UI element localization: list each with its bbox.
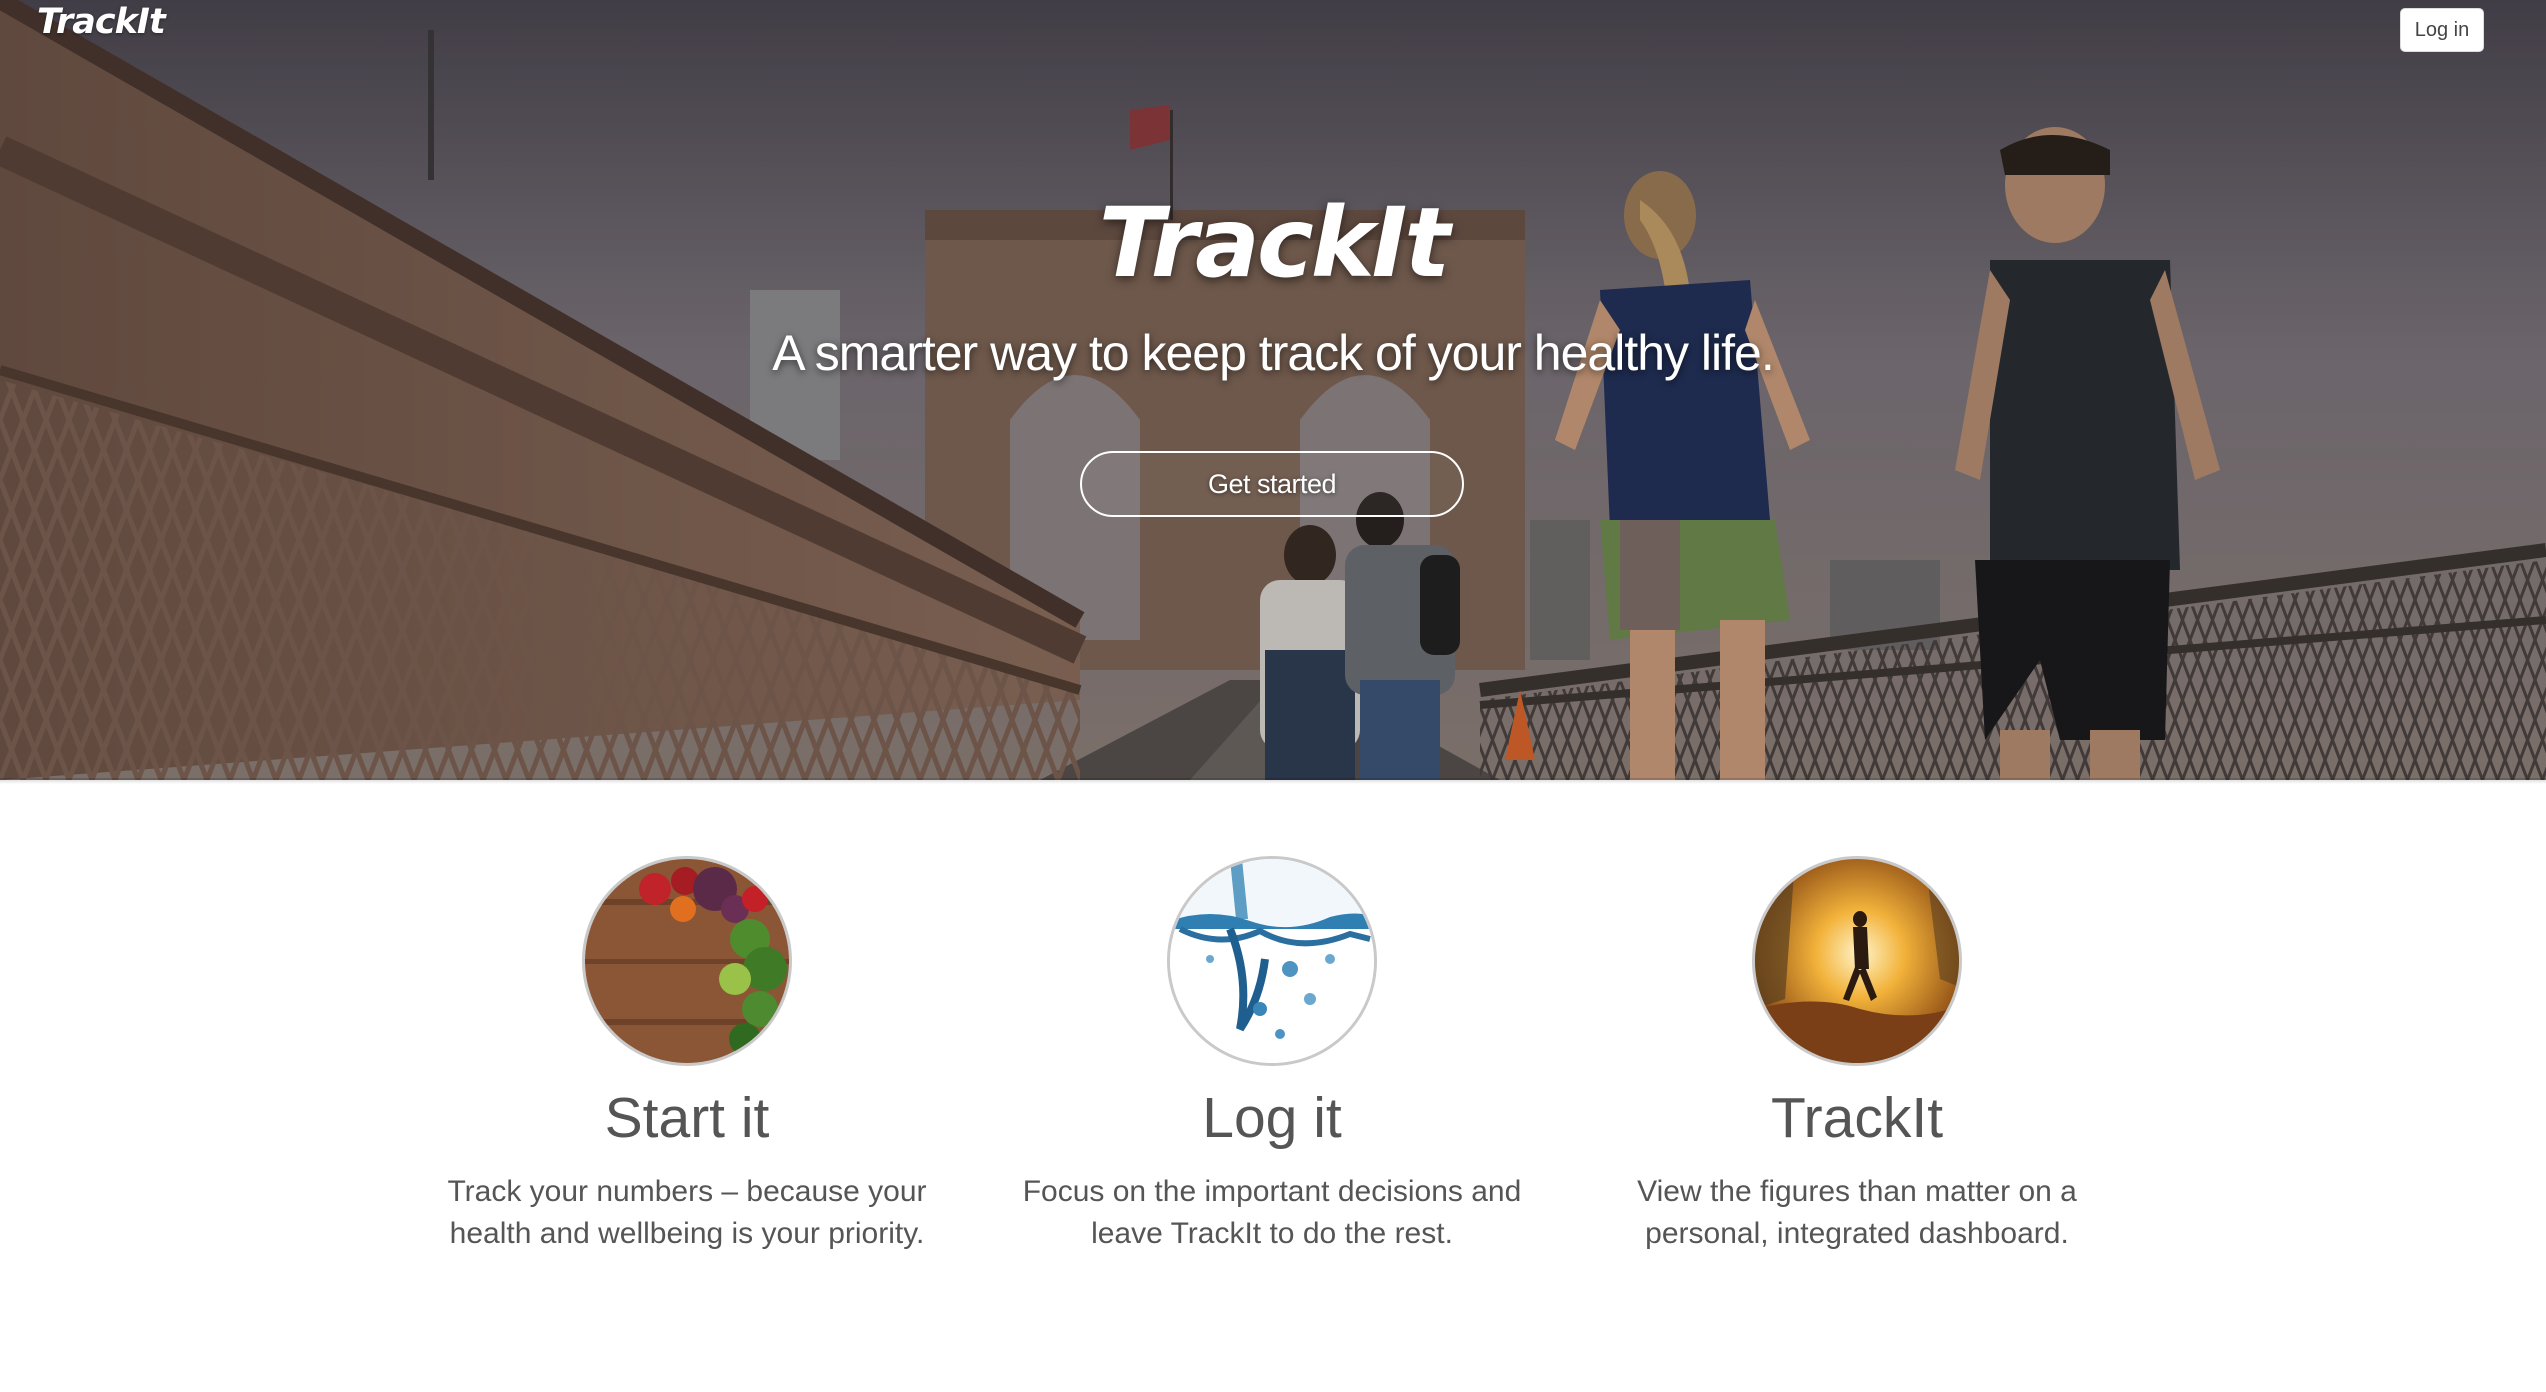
feature-description: View the figures than matter on a person… — [1637, 1175, 2077, 1250]
brand-logo[interactable]: TrackIt — [37, 2, 166, 42]
hero-title: TrackIt — [1098, 187, 1450, 299]
get-started-button[interactable]: Get started — [1080, 451, 1464, 517]
feature-title: Log it — [1202, 1086, 1342, 1150]
hero-overlay — [0, 0, 2546, 780]
feature-description: Focus on the important decisions and lea… — [1022, 1175, 1522, 1250]
fruit-vegetables-photo-icon — [582, 856, 792, 1066]
feature-title: Start it — [604, 1086, 770, 1150]
hero-section: TrackIt Log in TrackIt A smarter way to … — [0, 0, 2546, 780]
feature-trackit: TrackIt View the figures than matter on … — [1577, 856, 2137, 1255]
feature-start-it: Start it Track your numbers – because yo… — [407, 856, 967, 1255]
sunset-runner-photo-icon — [1752, 856, 1962, 1066]
water-splash-photo-icon — [1167, 856, 1377, 1066]
feature-log-it: Log it Focus on the important decisions … — [992, 856, 1552, 1255]
feature-title: TrackIt — [1770, 1086, 1944, 1150]
hero-divider — [0, 778, 2546, 784]
feature-description: Track your numbers – because your health… — [447, 1175, 927, 1250]
login-button[interactable]: Log in — [2400, 8, 2484, 52]
hero-subtitle: A smarter way to keep track of your heal… — [772, 325, 1774, 381]
